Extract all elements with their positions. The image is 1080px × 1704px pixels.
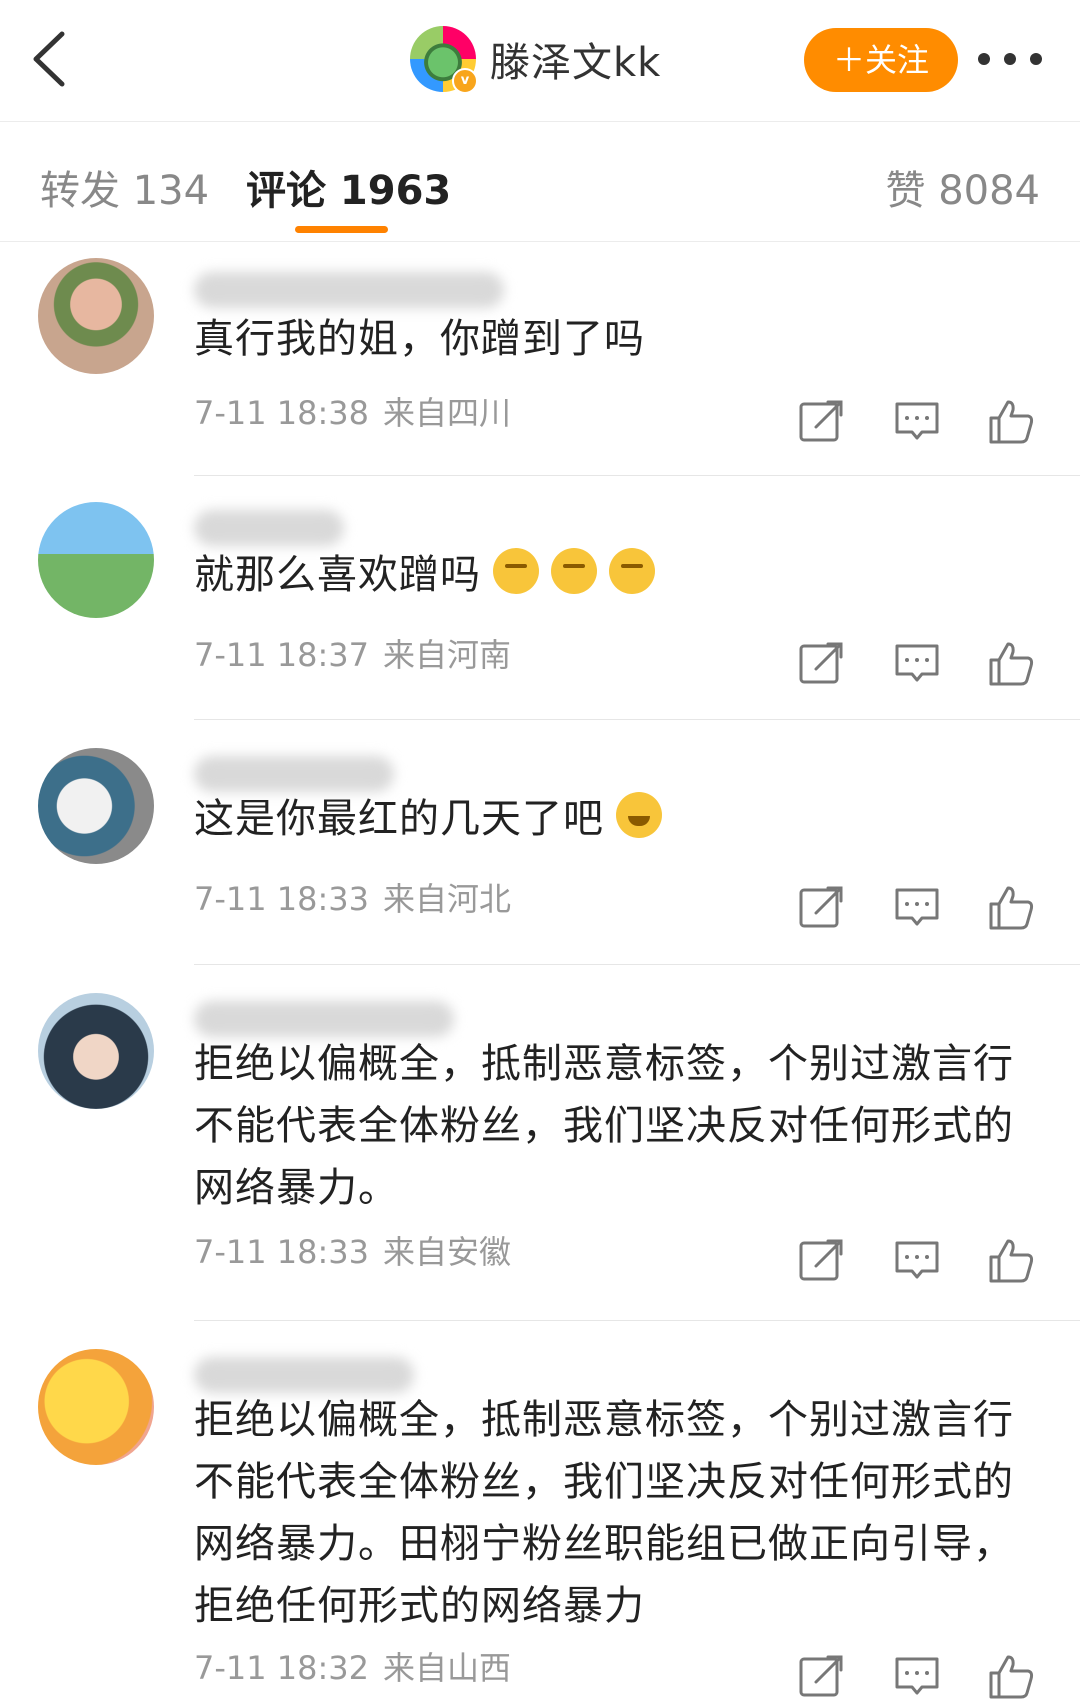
comment-meta: 7-11 18:38 来自四川: [194, 388, 511, 434]
comment-text-body: 就那么喜欢蹭吗: [194, 552, 481, 598]
share-icon[interactable]: [796, 638, 846, 688]
share-icon[interactable]: [796, 1235, 846, 1285]
comment-time: 7-11 18:32: [194, 1649, 370, 1687]
share-icon[interactable]: [796, 882, 846, 932]
comment-meta: 7-11 18:32 来自山西: [194, 1643, 511, 1689]
thumbs-up-icon[interactable]: [986, 1651, 1036, 1701]
avatar[interactable]: v: [410, 26, 478, 94]
comment-icon[interactable]: [892, 882, 942, 932]
comment-location: 来自河北: [383, 880, 512, 918]
back-chevron-icon[interactable]: [26, 28, 76, 90]
thumbs-up-icon[interactable]: [986, 638, 1036, 688]
comment-text-body: 这是你最红的几天了吧: [194, 796, 604, 842]
follow-button[interactable]: ＋关注: [804, 28, 958, 92]
divider: [194, 475, 1080, 476]
smirk-emoji: [551, 548, 597, 594]
blurred-username[interactable]: [194, 1001, 454, 1037]
tab-bar: 转发 134 评论 1963 赞 8084: [0, 122, 1080, 242]
divider: [194, 964, 1080, 965]
comment-location: 来自河南: [383, 636, 512, 674]
tab-comments[interactable]: 评论 1963: [246, 158, 451, 216]
comment-icon[interactable]: [892, 396, 942, 446]
comment-actions: [796, 882, 1036, 932]
comment-location: 来自四川: [383, 394, 512, 432]
avatar[interactable]: [38, 748, 154, 864]
comment-actions: [796, 638, 1036, 688]
tab-likes[interactable]: 赞 8084: [885, 158, 1040, 216]
avatar[interactable]: [38, 502, 154, 618]
tab-reposts[interactable]: 转发 134: [40, 158, 209, 216]
smirk-emoji: [609, 548, 655, 594]
share-icon[interactable]: [796, 396, 846, 446]
verified-badge-icon: v: [452, 68, 478, 94]
comment-text: 拒绝以偏概全，抵制恶意标签，个别过激言行不能代表全体粉丝，我们坚决反对任何形式的…: [194, 1397, 1014, 1629]
avatar[interactable]: [38, 993, 154, 1109]
divider: [194, 719, 1080, 720]
thumbs-up-icon[interactable]: [986, 396, 1036, 446]
comment-icon[interactable]: [892, 1651, 942, 1701]
comment-location: 来自山西: [383, 1649, 512, 1687]
share-icon[interactable]: [796, 1651, 846, 1701]
profile-header[interactable]: v 滕泽文kk: [410, 24, 661, 94]
comment-location: 来自安徽: [383, 1233, 512, 1271]
comment-time: 7-11 18:33: [194, 1233, 370, 1271]
blurred-username[interactable]: [194, 756, 394, 792]
laughing-tears-emoji: [616, 792, 662, 838]
user-name[interactable]: 滕泽文kk: [490, 30, 661, 88]
comment-text: 这是你最红的几天了吧: [194, 788, 1034, 850]
blurred-username[interactable]: [194, 1357, 414, 1393]
active-tab-indicator: [295, 226, 388, 233]
comment-text: 真行我的姐，你蹭到了吗: [194, 316, 645, 362]
comment-meta: 7-11 18:33 来自安徽: [194, 1227, 511, 1273]
divider: [194, 1320, 1080, 1321]
comment-actions: [796, 1651, 1036, 1701]
comment-text: 拒绝以偏概全，抵制恶意标签，个别过激言行不能代表全体粉丝，我们坚决反对任何形式的…: [194, 1041, 1014, 1211]
comment-meta: 7-11 18:37 来自河南: [194, 630, 511, 676]
blurred-username[interactable]: [194, 272, 504, 308]
comment-text: 就那么喜欢蹭吗: [194, 544, 1034, 606]
comment-meta: 7-11 18:33 来自河北: [194, 874, 511, 920]
comment-icon[interactable]: [892, 1235, 942, 1285]
top-bar: v 滕泽文kk ＋关注: [0, 0, 1080, 122]
thumbs-up-icon[interactable]: [986, 882, 1036, 932]
comment-time: 7-11 18:33: [194, 880, 370, 918]
comment-time: 7-11 18:38: [194, 394, 370, 432]
avatar[interactable]: [38, 258, 154, 374]
thumbs-up-icon[interactable]: [986, 1235, 1036, 1285]
comment-time: 7-11 18:37: [194, 636, 370, 674]
more-dots-icon[interactable]: [978, 44, 1042, 74]
blurred-username[interactable]: [194, 510, 344, 546]
comment-icon[interactable]: [892, 638, 942, 688]
comment-actions: [796, 396, 1036, 446]
avatar[interactable]: [38, 1349, 154, 1465]
comment-actions: [796, 1235, 1036, 1285]
smirk-emoji: [493, 548, 539, 594]
